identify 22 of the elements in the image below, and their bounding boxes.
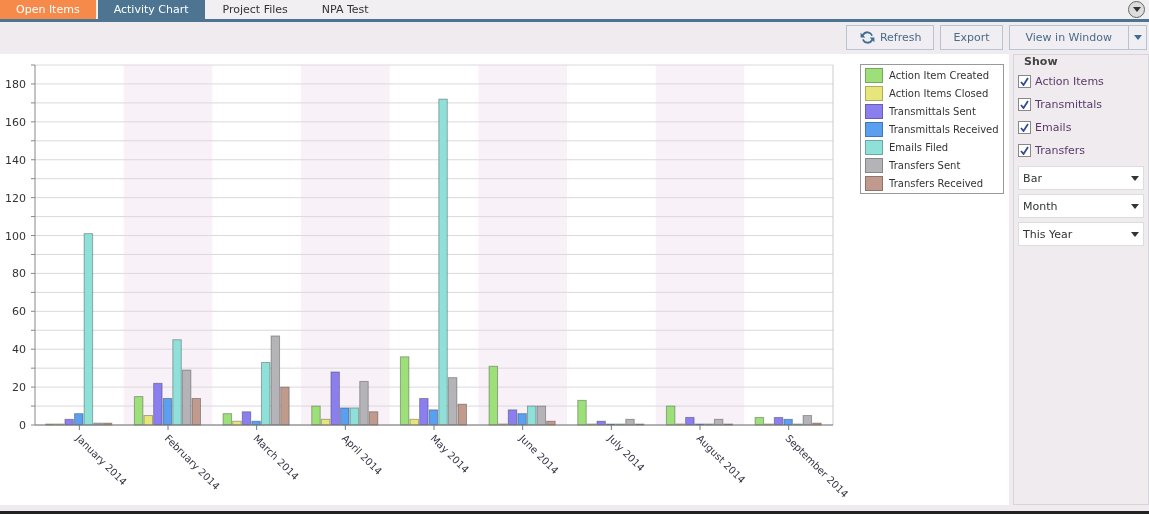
legend-label: Transmittals Sent — [889, 105, 976, 117]
y-tick-label: 0 — [19, 419, 26, 432]
legend-label: Action Items Closed — [889, 87, 989, 99]
y-tick-label: 140 — [5, 153, 26, 167]
y-tick-label: 60 — [12, 305, 26, 319]
legend-label: Transfers Sent — [889, 159, 961, 171]
checkbox-label: Emails — [1035, 121, 1072, 134]
panel-title: Show — [1024, 55, 1059, 68]
y-tick-label: 100 — [5, 229, 26, 243]
y-tick-label: 160 — [5, 115, 26, 129]
y-tick-label: 120 — [5, 191, 26, 205]
y-tick-label: 80 — [12, 267, 26, 281]
checkbox-label: Action Items — [1035, 75, 1104, 88]
checkbox-label: Transfers — [1035, 144, 1086, 157]
y-tick-label: 40 — [12, 343, 26, 357]
y-tick-label: 20 — [12, 381, 26, 395]
legend-label: Action Item Created — [889, 69, 989, 81]
legend-label: Transfers Received — [889, 177, 984, 189]
y-tick-label: 180 — [5, 77, 26, 91]
legend-label: Emails Filed — [889, 141, 949, 153]
legend-label: Transmittals Received — [889, 123, 999, 135]
checkbox-label: Transmittals — [1035, 98, 1103, 111]
